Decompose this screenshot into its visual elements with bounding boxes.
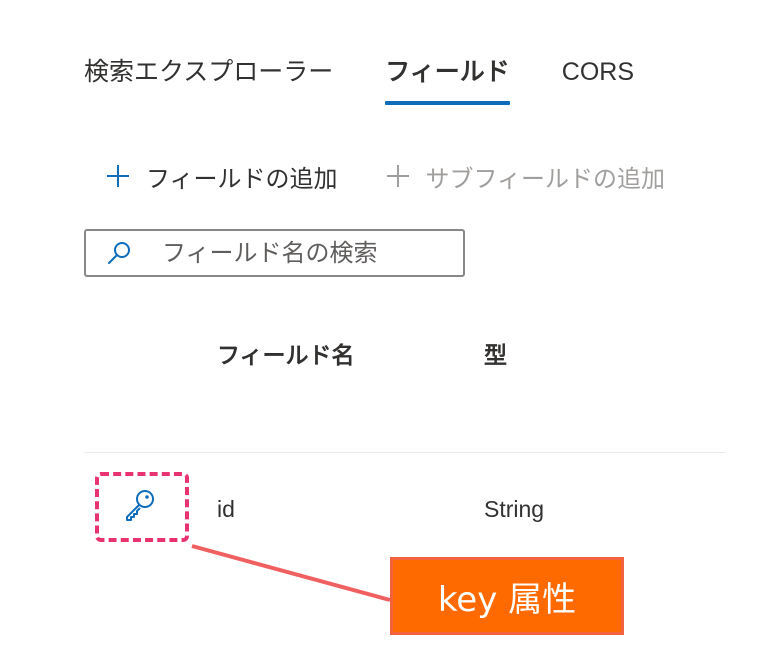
add-subfield-label: サブフィールドの追加 xyxy=(425,164,666,193)
search-input[interactable] xyxy=(162,239,442,267)
add-subfield-button[interactable]: サブフィールドの追加 xyxy=(386,159,666,194)
table-cell-field-name: id xyxy=(217,496,235,522)
key-highlight-box xyxy=(95,472,189,542)
tab-search-explorer[interactable]: 検索エクスプローラー xyxy=(84,52,333,108)
table-cell-type: String xyxy=(484,496,545,522)
add-icon xyxy=(107,165,129,187)
add-field-button[interactable]: フィールドの追加 xyxy=(106,159,338,194)
callout-label: key 属性 xyxy=(390,557,624,635)
column-header-type[interactable]: 型 xyxy=(484,338,507,374)
add-field-label: フィールドの追加 xyxy=(146,164,338,193)
field-search-box xyxy=(84,229,465,277)
row-divider xyxy=(84,452,726,453)
search-icon xyxy=(108,242,130,264)
tab-bar: 検索エクスプローラー フィールド CORS xyxy=(84,52,634,108)
tab-fields[interactable]: フィールド xyxy=(385,52,510,108)
command-bar: フィールドの追加 サブフィールドの追加 xyxy=(106,156,726,196)
tab-cors[interactable]: CORS xyxy=(562,52,634,108)
add-icon xyxy=(386,165,409,187)
column-header-field-name[interactable]: フィールド名 xyxy=(217,338,355,374)
